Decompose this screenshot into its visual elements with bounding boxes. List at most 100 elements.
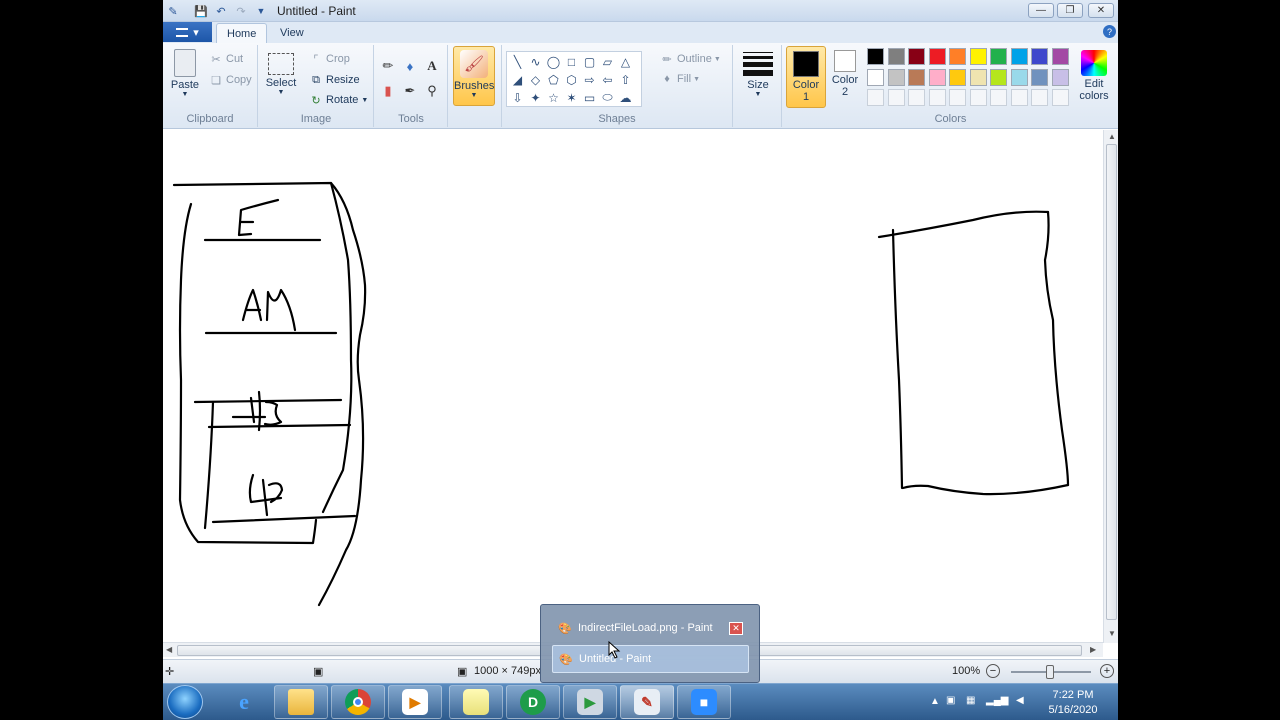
text-tool-icon[interactable]: A bbox=[423, 57, 441, 75]
taskbar-explorer-button[interactable] bbox=[274, 685, 328, 719]
zoom-slider[interactable] bbox=[1011, 665, 1091, 679]
color-swatch[interactable] bbox=[949, 48, 966, 65]
zoom-in-icon[interactable]: + bbox=[1100, 664, 1114, 678]
five-point-star-shape-icon[interactable]: ☆ bbox=[545, 89, 562, 106]
custom-color-slot[interactable] bbox=[1010, 89, 1028, 106]
custom-color-slot[interactable] bbox=[1031, 89, 1048, 106]
taskbar-zoom-button[interactable]: ■ bbox=[677, 685, 731, 719]
copy-button[interactable]: ❏ Copy bbox=[209, 73, 252, 87]
color-swatch[interactable] bbox=[908, 48, 925, 65]
paste-button[interactable]: Paste ▼ bbox=[169, 49, 201, 98]
pentagon-shape-icon[interactable]: ⬠ bbox=[545, 71, 562, 88]
resize-button[interactable]: ⧉ Resize bbox=[309, 73, 360, 87]
eraser-icon[interactable]: ▮ bbox=[379, 82, 397, 100]
magnifier-icon[interactable]: ⚲ bbox=[423, 82, 441, 100]
fill-button[interactable]: ♦ Fill ▼ bbox=[660, 72, 700, 86]
popup-item-indirectfileload[interactable]: 🎨 IndirectFileLoad.png - Paint bbox=[552, 614, 749, 642]
triangle-shape-icon[interactable]: △ bbox=[617, 53, 634, 70]
right-arrow-shape-icon[interactable]: ⇨ bbox=[581, 71, 598, 88]
color1-button[interactable]: Color 1 bbox=[786, 46, 826, 108]
edit-colors-button[interactable]: Edit colors bbox=[1074, 50, 1114, 102]
taskbar-d-app-button[interactable]: D bbox=[506, 685, 560, 719]
signal-icon[interactable]: ▂▄▆ bbox=[986, 695, 1008, 706]
popup-item-untitled[interactable]: 🎨 Untitled - Paint bbox=[552, 645, 749, 673]
network-icon[interactable]: ▣ bbox=[946, 695, 955, 706]
hexagon-shape-icon[interactable]: ⬡ bbox=[563, 71, 580, 88]
scroll-left-icon[interactable]: ◀ bbox=[166, 645, 172, 654]
show-hidden-icons-icon[interactable]: ▲ bbox=[930, 696, 940, 707]
cut-button[interactable]: ✂ Cut bbox=[209, 52, 243, 66]
select-button[interactable]: Select ▼ bbox=[265, 53, 297, 96]
drawing-canvas[interactable] bbox=[163, 130, 1118, 660]
pencil-icon[interactable]: ✏ bbox=[379, 57, 397, 75]
cloud-callout-shape-icon[interactable]: ☁ bbox=[617, 89, 634, 106]
size-button[interactable]: Size ▼ bbox=[740, 51, 776, 98]
volume-icon[interactable]: ◀ bbox=[1016, 695, 1024, 706]
rounded-rectangle-shape-icon[interactable]: ▢ bbox=[581, 53, 598, 70]
four-point-star-shape-icon[interactable]: ✦ bbox=[527, 89, 544, 106]
scroll-up-icon[interactable]: ▲ bbox=[1108, 132, 1116, 141]
start-button[interactable] bbox=[167, 685, 203, 719]
taskbar-notes-button[interactable] bbox=[449, 685, 503, 719]
undo-icon[interactable]: ↶ bbox=[213, 3, 229, 19]
tab-home[interactable]: Home bbox=[216, 23, 268, 43]
zoom-slider-thumb[interactable] bbox=[1046, 665, 1054, 679]
taskbar-paint-button[interactable]: ✎ bbox=[620, 685, 674, 719]
taskbar-task-app-button[interactable]: ▶ bbox=[563, 685, 617, 719]
color-swatch[interactable] bbox=[887, 68, 905, 86]
up-arrow-shape-icon[interactable]: ⇧ bbox=[617, 71, 634, 88]
color-swatch[interactable] bbox=[1010, 68, 1028, 86]
redo-icon[interactable]: ↷ bbox=[233, 3, 249, 19]
left-arrow-shape-icon[interactable]: ⇦ bbox=[599, 71, 616, 88]
device-icon[interactable]: ▦ bbox=[966, 695, 975, 706]
rectangle-shape-icon[interactable]: □ bbox=[563, 53, 580, 70]
clock[interactable]: 7:22 PM 5/16/2020 bbox=[1043, 688, 1103, 718]
close-button[interactable]: ✕ bbox=[1088, 3, 1114, 18]
custom-color-slot[interactable] bbox=[867, 89, 884, 106]
help-icon[interactable]: ? bbox=[1103, 25, 1116, 38]
color-swatch[interactable] bbox=[908, 68, 925, 86]
crop-button[interactable]: ⌜ Crop bbox=[309, 52, 349, 66]
down-arrow-shape-icon[interactable]: ⇩ bbox=[509, 89, 526, 106]
color2-button[interactable]: Color 2 bbox=[827, 50, 863, 98]
six-point-star-shape-icon[interactable]: ✶ bbox=[563, 89, 580, 106]
oval-shape-icon[interactable]: ◯ bbox=[545, 53, 562, 70]
save-icon[interactable]: 💾 bbox=[193, 3, 209, 19]
paint-app-icon[interactable]: ✎ bbox=[165, 3, 181, 19]
custom-color-slot[interactable] bbox=[949, 89, 966, 106]
color-swatch[interactable] bbox=[1031, 48, 1048, 65]
color-swatch[interactable] bbox=[969, 48, 987, 65]
color-swatch[interactable] bbox=[887, 48, 905, 65]
vertical-scrollbar[interactable]: ▲ ▼ bbox=[1103, 130, 1118, 643]
color-swatch[interactable] bbox=[867, 68, 884, 86]
vertical-scroll-thumb[interactable] bbox=[1106, 144, 1117, 620]
fill-bucket-icon[interactable]: ♦ bbox=[401, 57, 419, 75]
color-picker-icon[interactable]: ✒ bbox=[401, 82, 419, 100]
color-swatch[interactable] bbox=[1051, 48, 1069, 65]
rotate-button[interactable]: ↻ Rotate ▼ bbox=[309, 93, 368, 107]
customize-toolbar-icon[interactable]: ▼ bbox=[253, 3, 269, 19]
curve-shape-icon[interactable]: ∿ bbox=[527, 53, 544, 70]
paint-menu-button[interactable]: ▾ bbox=[163, 22, 212, 42]
custom-color-slot[interactable] bbox=[969, 89, 987, 106]
color-swatch[interactable] bbox=[990, 68, 1007, 86]
color-swatch[interactable] bbox=[1031, 68, 1048, 86]
maximize-button[interactable]: ❐ bbox=[1057, 3, 1083, 18]
diamond-shape-icon[interactable]: ◇ bbox=[527, 71, 544, 88]
scroll-down-icon[interactable]: ▼ bbox=[1108, 629, 1116, 638]
color-swatch[interactable] bbox=[990, 48, 1007, 65]
close-icon[interactable]: ✕ bbox=[729, 622, 743, 635]
line-shape-icon[interactable]: ╲ bbox=[509, 53, 526, 70]
color-swatch[interactable] bbox=[969, 68, 987, 86]
taskbar-ie-button[interactable]: e bbox=[217, 685, 271, 719]
right-triangle-shape-icon[interactable]: ◢ bbox=[509, 71, 526, 88]
taskbar-media-button[interactable]: ▶ bbox=[388, 685, 442, 719]
scroll-right-icon[interactable]: ▶ bbox=[1090, 645, 1096, 654]
color-swatch[interactable] bbox=[928, 48, 946, 65]
rounded-callout-shape-icon[interactable]: ▭ bbox=[581, 89, 598, 106]
color-swatch[interactable] bbox=[928, 68, 946, 86]
custom-color-slot[interactable] bbox=[908, 89, 925, 106]
brushes-button[interactable]: 🖌 Brushes ▼ bbox=[453, 46, 495, 106]
polygon-shape-icon[interactable]: ▱ bbox=[599, 53, 616, 70]
tab-view[interactable]: View bbox=[270, 23, 314, 43]
